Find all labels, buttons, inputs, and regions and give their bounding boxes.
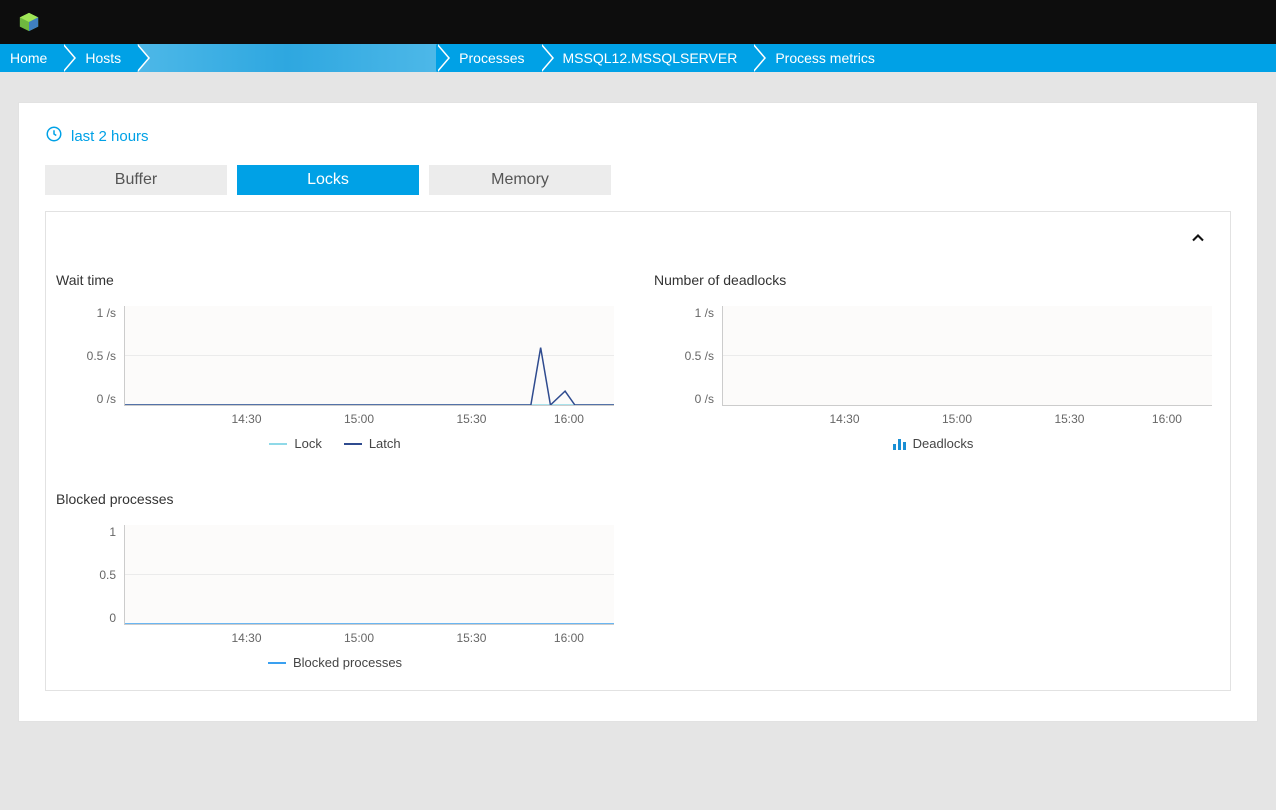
breadcrumb-processes[interactable]: Processes (437, 44, 540, 72)
x-tick: 15:00 (942, 412, 972, 426)
breadcrumb-process-label: MSSQL12.MSSQLSERVER (563, 50, 738, 66)
legend-label: Latch (369, 436, 401, 451)
y-tick: 0.5 /s (685, 349, 714, 363)
y-tick: 0 (109, 611, 116, 625)
chart-legend: Blocked processes (56, 655, 614, 670)
chart-title: Wait time (56, 272, 614, 288)
chart-title: Number of deadlocks (654, 272, 1212, 288)
tab-memory[interactable]: Memory (429, 165, 611, 195)
app-logo-icon (18, 11, 40, 33)
chart-wait-time: Wait time 1 /s 0.5 /s 0 /s (56, 272, 614, 451)
chart-legend: Deadlocks (654, 436, 1212, 451)
metrics-card: last 2 hours Buffer Locks Memory Wait ti… (18, 102, 1258, 722)
top-bar (0, 0, 1276, 44)
breadcrumb-home[interactable]: Home (0, 44, 63, 72)
panel-collapse-button[interactable] (1188, 228, 1208, 251)
breadcrumb-host[interactable] (137, 44, 437, 72)
x-tick: 15:30 (456, 412, 486, 426)
breadcrumb-process[interactable]: MSSQL12.MSSQLSERVER (541, 44, 754, 72)
tab-buffer-label: Buffer (115, 171, 157, 189)
chart-title: Blocked processes (56, 491, 614, 507)
breadcrumb-hosts-label: Hosts (85, 50, 121, 66)
x-tick: 15:30 (456, 631, 486, 645)
plot-area[interactable] (722, 306, 1212, 406)
tab-locks-label: Locks (307, 171, 349, 189)
x-tick: 15:00 (344, 412, 374, 426)
y-axis: 1 /s 0.5 /s 0 /s (56, 306, 124, 406)
legend-swatch (269, 443, 287, 445)
y-tick: 0 /s (97, 392, 116, 406)
x-tick: 14:30 (829, 412, 859, 426)
chart-deadlocks: Number of deadlocks 1 /s 0.5 /s 0 /s 14:… (654, 272, 1212, 451)
tab-buffer[interactable]: Buffer (45, 165, 227, 195)
x-tick: 14:30 (231, 631, 261, 645)
bar-icon (893, 438, 906, 450)
y-axis: 1 0.5 0 (56, 525, 124, 625)
chevron-up-icon (1188, 228, 1208, 248)
locks-panel: Wait time 1 /s 0.5 /s 0 /s (45, 211, 1231, 691)
tab-memory-label: Memory (491, 171, 549, 189)
legend-label: Lock (294, 436, 321, 451)
y-tick: 0.5 (99, 568, 116, 582)
chart-blocked-processes: Blocked processes 1 0.5 0 (56, 491, 614, 670)
x-tick: 16:00 (554, 631, 584, 645)
time-range-label: last 2 hours (71, 128, 149, 145)
legend-item-deadlocks[interactable]: Deadlocks (893, 436, 974, 451)
y-tick: 0.5 /s (87, 349, 116, 363)
x-tick: 16:00 (1152, 412, 1182, 426)
y-tick: 1 /s (695, 306, 714, 320)
breadcrumb-metrics-label: Process metrics (775, 50, 875, 66)
legend-label: Deadlocks (913, 436, 974, 451)
legend-label: Blocked processes (293, 655, 402, 670)
legend-swatch (268, 662, 286, 664)
chart-legend: Lock Latch (56, 436, 614, 451)
plot-area[interactable] (124, 306, 614, 406)
legend-item-latch[interactable]: Latch (344, 436, 401, 451)
page-body: last 2 hours Buffer Locks Memory Wait ti… (0, 72, 1276, 752)
legend-item-blocked[interactable]: Blocked processes (268, 655, 402, 670)
clock-icon (45, 125, 63, 147)
y-tick: 1 (109, 525, 116, 539)
y-axis: 1 /s 0.5 /s 0 /s (654, 306, 722, 406)
x-tick: 15:00 (344, 631, 374, 645)
x-tick: 16:00 (554, 412, 584, 426)
y-tick: 0 /s (695, 392, 714, 406)
time-range-picker[interactable]: last 2 hours (45, 125, 149, 147)
y-tick: 1 /s (97, 306, 116, 320)
breadcrumb: Home Hosts Processes MSSQL12.MSSQLSERVER… (0, 44, 1276, 72)
x-axis: 14:30 15:00 15:30 16:00 (124, 625, 614, 645)
breadcrumb-process-metrics[interactable]: Process metrics (753, 44, 891, 72)
breadcrumb-home-label: Home (10, 50, 47, 66)
legend-swatch (344, 443, 362, 445)
breadcrumb-processes-label: Processes (459, 50, 524, 66)
x-tick: 14:30 (231, 412, 261, 426)
x-tick: 15:30 (1054, 412, 1084, 426)
x-axis: 14:30 15:00 15:30 16:00 (124, 406, 614, 426)
legend-item-lock[interactable]: Lock (269, 436, 321, 451)
tab-locks[interactable]: Locks (237, 165, 419, 195)
x-axis: 14:30 15:00 15:30 16:00 (722, 406, 1212, 426)
metric-tabs: Buffer Locks Memory (45, 165, 1231, 195)
charts-grid: Wait time 1 /s 0.5 /s 0 /s (56, 272, 1212, 670)
plot-area[interactable] (124, 525, 614, 625)
